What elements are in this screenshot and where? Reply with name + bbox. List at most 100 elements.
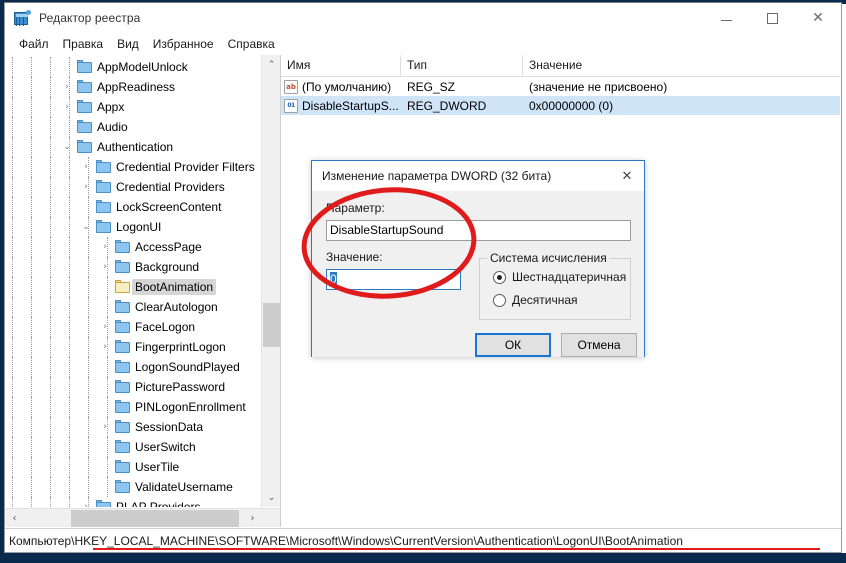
column-header-name[interactable]: Имя <box>281 55 401 77</box>
tree-item[interactable]: UserSwitch <box>5 437 261 457</box>
window-titlebar: Редактор реестра ✕ <box>5 3 841 33</box>
tree-expand-icon[interactable]: › <box>97 317 113 337</box>
tree-collapse-icon[interactable]: ⌄ <box>59 137 75 157</box>
tree-guide-line <box>69 157 70 177</box>
tree-guide-line <box>12 157 13 177</box>
tree-item-label: Background <box>135 260 200 274</box>
menu-item-0[interactable]: Файл <box>12 35 56 53</box>
tree-guide-line <box>31 97 32 117</box>
tree-collapse-icon[interactable]: ⌄ <box>78 217 94 237</box>
tree-expand-icon[interactable]: › <box>78 177 94 197</box>
tree-item-selected[interactable]: BootAnimation <box>5 277 261 297</box>
tree-expand-icon[interactable]: › <box>97 417 113 437</box>
tree-guide-line <box>31 157 32 177</box>
tree-item[interactable]: ⌄ Authentication <box>5 137 261 157</box>
radio-hexadecimal-indicator <box>493 270 506 284</box>
tree-item[interactable]: AppModelUnlock <box>5 57 261 77</box>
radio-hexadecimal[interactable]: Шестнадцатеричная <box>493 270 626 284</box>
tree-scroll-right-button[interactable]: › <box>243 509 262 527</box>
tree-guide-line <box>50 397 51 417</box>
table-row[interactable]: 01 DisableStartupS... REG_DWORD 0x00000000 … <box>281 96 840 115</box>
tree-item[interactable]: › SessionData <box>5 417 261 437</box>
tree-item[interactable]: PINLogonEnrollment <box>5 397 261 417</box>
tree-guide-line <box>69 257 70 277</box>
value-data-input[interactable]: 0 <box>326 269 461 290</box>
dialog-titlebar: Изменение параметра DWORD (32 бита) ✕ <box>312 161 644 191</box>
tree-item[interactable]: › AppReadiness <box>5 77 261 97</box>
table-row[interactable]: ab (По умолчанию) REG_SZ (значение не присв… <box>281 77 840 96</box>
ok-button[interactable]: ОК <box>475 333 551 357</box>
maximize-button[interactable] <box>749 3 795 33</box>
column-header-type[interactable]: Тип <box>401 55 523 77</box>
tree-item[interactable]: Audio <box>5 117 261 137</box>
tree-vertical-scroll-thumb[interactable] <box>263 303 280 347</box>
column-header-value[interactable]: Значение <box>523 55 840 77</box>
tree-horizontal-scrollbar[interactable]: ‹ › <box>5 508 280 527</box>
tree-horizontal-scroll-thumb[interactable] <box>71 510 239 527</box>
tree-item[interactable]: ValidateUsername <box>5 477 261 497</box>
tree-expand-icon[interactable]: › <box>59 97 75 117</box>
tree-item[interactable]: LogonSoundPlayed <box>5 357 261 377</box>
menu-item-2[interactable]: Вид <box>110 35 146 53</box>
tree-item[interactable]: UserTile <box>5 457 261 477</box>
value-name-cell: 01 DisableStartupS... <box>281 98 401 113</box>
tree-guide-line <box>88 337 89 357</box>
close-icon: ✕ <box>812 10 824 26</box>
close-button[interactable]: ✕ <box>795 3 841 33</box>
tree-scroll-up-button[interactable]: ⌃ <box>262 55 280 74</box>
tree-expand-icon[interactable]: › <box>97 337 113 357</box>
tree-scroll-left-button[interactable]: ‹ <box>5 509 24 527</box>
tree-expand-icon[interactable]: › <box>97 237 113 257</box>
radio-hexadecimal-label: Шестнадцатеричная <box>512 270 627 284</box>
tree-item[interactable]: ClearAutologon <box>5 297 261 317</box>
tree-item[interactable]: › Background <box>5 257 261 277</box>
tree-item[interactable]: › FingerprintLogon <box>5 337 261 357</box>
tree-guide-line <box>12 217 13 237</box>
param-name-input[interactable]: DisableStartupSound <box>326 220 631 241</box>
dialog-close-button[interactable]: ✕ <box>610 161 644 191</box>
value-data-text: 0 <box>330 272 337 286</box>
tree-guide-line <box>69 477 70 497</box>
radio-decimal[interactable]: Десятичная <box>493 293 578 307</box>
tree-item-label: LockScreenContent <box>116 200 222 214</box>
tree-guide-line <box>50 157 51 177</box>
cancel-button[interactable]: Отмена <box>561 333 637 357</box>
tree-item-label: PINLogonEnrollment <box>135 400 246 414</box>
tree-item[interactable]: PicturePassword <box>5 377 261 397</box>
tree-guide-line <box>50 357 51 377</box>
value-data-label: Значение: <box>326 250 383 264</box>
tree-guide-line <box>31 57 32 77</box>
tree-item[interactable]: › Credential Providers <box>5 177 261 197</box>
folder-icon <box>96 500 112 507</box>
folder-icon <box>115 320 131 334</box>
tree-item[interactable]: LockScreenContent <box>5 197 261 217</box>
folder-icon <box>115 480 131 494</box>
menu-item-3[interactable]: Избранное <box>146 35 221 53</box>
tree-item[interactable]: › PLAP Providers <box>5 497 261 507</box>
menu-item-4[interactable]: Справка <box>221 35 282 53</box>
tree-guide-line <box>88 357 89 377</box>
value-data-cell: (значение не присвоено) <box>529 79 668 94</box>
tree-vertical-scrollbar[interactable]: ⌃ ⌄ <box>261 55 280 507</box>
binary-value-icon: 01 <box>284 98 298 113</box>
tree-guide-line <box>88 297 89 317</box>
tree-guide-line <box>31 497 32 507</box>
tree-item[interactable]: › AccessPage <box>5 237 261 257</box>
tree-expand-icon[interactable]: › <box>78 497 94 507</box>
tree-scroll-down-button[interactable]: ⌄ <box>262 488 280 507</box>
folder-icon <box>96 200 112 214</box>
tree-guide-line <box>69 497 70 507</box>
tree-guide-line <box>69 397 70 417</box>
tree-expand-icon[interactable]: › <box>97 257 113 277</box>
tree-item[interactable]: › Appx <box>5 97 261 117</box>
tree-expand-icon[interactable]: › <box>59 77 75 97</box>
tree-guide-line <box>107 297 108 317</box>
tree-item[interactable]: ⌄ LogonUI <box>5 217 261 237</box>
menu-item-1[interactable]: Правка <box>56 35 111 53</box>
tree-item[interactable]: › Credential Provider Filters <box>5 157 261 177</box>
tree-guide-line <box>107 377 108 397</box>
minimize-button[interactable] <box>703 3 749 33</box>
registry-tree-pane: AppModelUnlock › AppReadiness › Appx Audio ⌄ Au… <box>5 55 281 527</box>
tree-item[interactable]: › FaceLogon <box>5 317 261 337</box>
tree-expand-icon[interactable]: › <box>78 157 94 177</box>
